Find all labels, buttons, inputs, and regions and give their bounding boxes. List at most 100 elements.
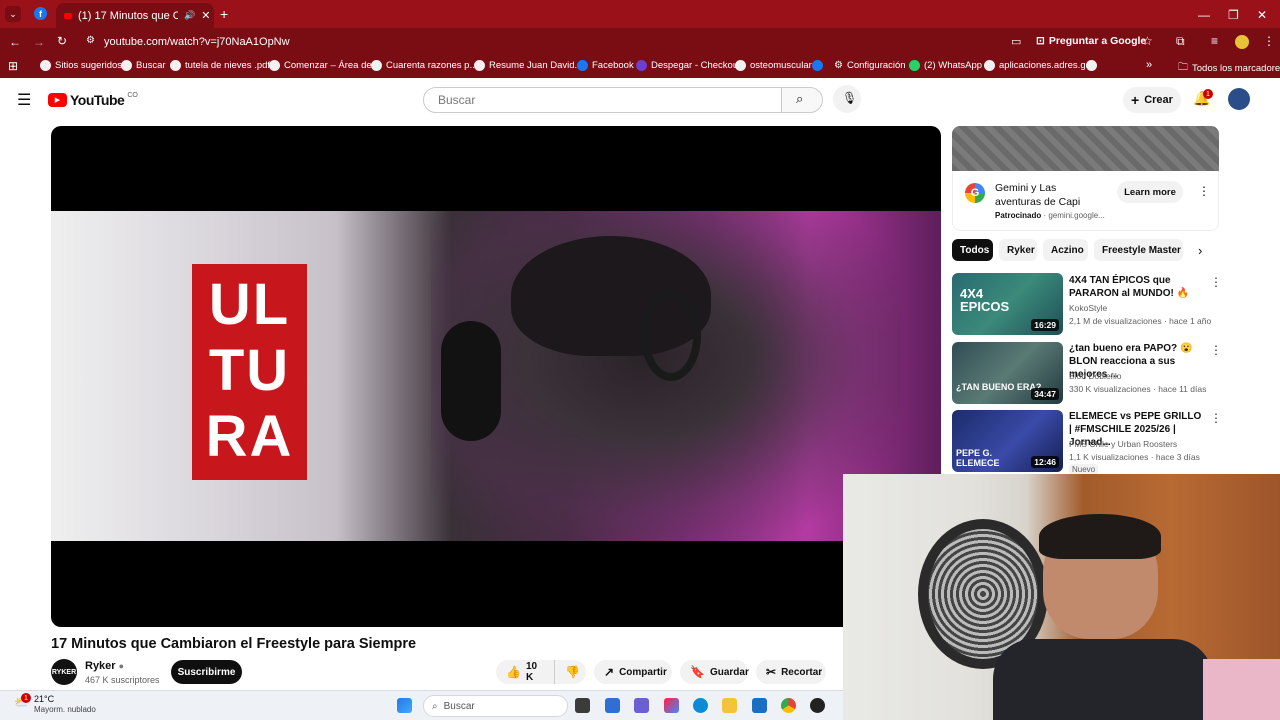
bookmark-item[interactable]: ⚙ Configuración bbox=[834, 60, 906, 71]
bookmark-item[interactable]: osteomuscular bbox=[735, 60, 812, 71]
audio-icon[interactable]: 🔊 bbox=[184, 10, 195, 21]
facebook-icon bbox=[577, 60, 588, 71]
share-label: Compartir bbox=[619, 666, 667, 678]
browser-tab-bar: ⌄ f (1) 17 Minutos que Cambiar 🔊 ✕ + — ❐… bbox=[0, 0, 1280, 28]
youtube-favicon-icon bbox=[64, 12, 72, 19]
country-code: CO bbox=[127, 91, 138, 99]
facebook-tab-icon[interactable]: f bbox=[34, 7, 47, 20]
search-button[interactable]: ⌕ bbox=[781, 87, 823, 113]
apps-grid-icon[interactable]: ⊞ bbox=[8, 59, 18, 73]
app-icon[interactable] bbox=[810, 698, 825, 713]
youtube-logo[interactable]: ▶ YouTube CO bbox=[48, 92, 138, 108]
chip-freestyle-master[interactable]: Freestyle Master Su bbox=[1094, 239, 1183, 261]
bookmark-item[interactable] bbox=[812, 60, 823, 71]
profile-avatar[interactable] bbox=[1235, 35, 1249, 49]
outlook-icon[interactable] bbox=[752, 698, 767, 713]
microphone-icon: 🎙 bbox=[842, 91, 858, 105]
tab-search-icon[interactable]: ⌄ bbox=[5, 6, 21, 22]
more-bookmarks-icon[interactable]: » bbox=[1146, 59, 1152, 71]
verified-icon: ● bbox=[118, 661, 125, 671]
bookmark-item[interactable]: Cuarenta razones p... bbox=[371, 60, 477, 71]
tab-title: (1) 17 Minutos que Cambiar bbox=[78, 9, 178, 22]
restore-icon[interactable]: ❐ bbox=[1228, 6, 1239, 24]
user-avatar[interactable] bbox=[1228, 88, 1250, 110]
learn-more-button[interactable]: Learn more bbox=[1117, 181, 1183, 203]
channel-name[interactable]: Ryker ● bbox=[85, 660, 124, 672]
all-bookmarks-folder[interactable]: 🗀 Todos los marcadores bbox=[1178, 60, 1280, 77]
address-bar[interactable]: youtube.com/watch?v=j70NaA1OpNw bbox=[104, 36, 290, 48]
ad-menu-icon[interactable]: ⋮ bbox=[1198, 184, 1210, 198]
like-button[interactable]: 👍 10 K bbox=[496, 660, 554, 684]
bookmark-star-icon[interactable]: ☆ bbox=[1142, 34, 1153, 48]
ad-sponsor-line: Patrocinado · gemini.google... bbox=[995, 211, 1105, 220]
rec-menu-icon[interactable]: ⋮ bbox=[1210, 343, 1222, 357]
hamburger-menu-icon[interactable]: ☰ bbox=[17, 90, 31, 110]
rec-title[interactable]: 4X4 TAN ÉPICOS que PARARON al MUNDO! 🔥 bbox=[1069, 274, 1205, 300]
clip-button[interactable]: ✂ Recortar bbox=[756, 660, 826, 684]
cast-icon[interactable]: ▭ bbox=[1011, 35, 1021, 48]
youtube-header: ☰ ▶ YouTube CO Buscar ⌕ 🎙 + Crear 🔔 1 bbox=[0, 80, 1280, 120]
bookmark-item[interactable]: tutela de nieves .pdf bbox=[170, 60, 270, 71]
microphone-shape bbox=[441, 321, 501, 441]
chip-todos[interactable]: Todos bbox=[952, 239, 993, 261]
bookmark-item[interactable]: Resume Juan David... bbox=[474, 60, 582, 71]
chip-ryker[interactable]: Ryker bbox=[999, 239, 1037, 261]
task-view-icon[interactable] bbox=[575, 698, 590, 713]
chip-aczino[interactable]: Aczino bbox=[1043, 239, 1088, 261]
teams-icon[interactable] bbox=[634, 698, 649, 713]
minimize-icon[interactable]: — bbox=[1198, 6, 1210, 24]
bookmark-item[interactable]: Sitios sugeridos bbox=[40, 60, 122, 71]
shirt-shape bbox=[993, 639, 1213, 720]
rec-menu-icon[interactable]: ⋮ bbox=[1210, 411, 1222, 425]
taskbar-search[interactable]: ⌕ Buscar bbox=[423, 695, 568, 717]
save-button[interactable]: 🔖 Guardar bbox=[680, 660, 749, 684]
rec-channel[interactable]: KokoStyle bbox=[1069, 303, 1107, 313]
rec-channel[interactable]: FMS Chile y Urban Roosters bbox=[1069, 439, 1177, 449]
sponsored-label: Patrocinado bbox=[995, 211, 1042, 220]
store-icon[interactable] bbox=[605, 698, 620, 713]
create-button[interactable]: + Crear bbox=[1123, 87, 1181, 113]
voice-search-button[interactable]: 🎙 bbox=[833, 85, 861, 113]
extensions-icon[interactable]: ⧉ bbox=[1176, 34, 1185, 49]
windows-start-icon[interactable] bbox=[397, 698, 412, 713]
tab-active[interactable]: (1) 17 Minutos que Cambiar 🔊 ✕ bbox=[56, 3, 214, 28]
bookmark-item[interactable]: Buscar bbox=[121, 60, 166, 71]
rec-thumbnail[interactable]: PEPE G. ELEMECE 12:46 bbox=[952, 410, 1063, 472]
bookmark-item[interactable]: Despegar - Checkout bbox=[636, 60, 741, 71]
rec-thumbnail[interactable]: ¿TAN BUENO ERA? 34:47 bbox=[952, 342, 1063, 404]
rec-thumbnail[interactable]: 4X4 EPICOS 16:29 bbox=[952, 273, 1063, 335]
share-button[interactable]: ↗ Compartir bbox=[594, 660, 672, 684]
bookmark-item[interactable] bbox=[1086, 60, 1097, 71]
channel-avatar[interactable]: RYKER bbox=[51, 659, 77, 685]
file-explorer-icon[interactable] bbox=[722, 698, 737, 713]
search-input[interactable]: Buscar bbox=[423, 87, 782, 113]
chevron-right-icon[interactable]: › bbox=[1198, 243, 1202, 258]
bookmark-item[interactable]: aplicaciones.adres.g... bbox=[984, 60, 1094, 71]
bookmark-item[interactable]: (2) WhatsApp bbox=[909, 60, 982, 71]
new-tab-icon[interactable]: + bbox=[220, 6, 228, 22]
despegar-icon bbox=[636, 60, 647, 71]
forward-icon[interactable]: → bbox=[33, 35, 45, 49]
rec-channel[interactable]: Blon Doblefilo bbox=[1069, 371, 1121, 381]
close-window-icon[interactable]: ✕ bbox=[1257, 6, 1267, 24]
edge-icon[interactable] bbox=[693, 698, 708, 713]
rec-meta: 1,1 K visualizaciones · hace 3 días bbox=[1069, 452, 1200, 462]
bookmark-item[interactable]: Facebook bbox=[577, 60, 634, 71]
site-info-icon[interactable]: ⚙ bbox=[86, 35, 95, 46]
chrome-icon[interactable] bbox=[781, 698, 796, 713]
rec-menu-icon[interactable]: ⋮ bbox=[1210, 275, 1222, 289]
copilot-icon[interactable] bbox=[664, 698, 679, 713]
ask-google-button[interactable]: ⊡ Preguntar a Google bbox=[1036, 35, 1146, 47]
tab-close-icon[interactable]: ✕ bbox=[201, 9, 210, 22]
back-icon[interactable]: ← bbox=[9, 35, 21, 49]
subscribe-button[interactable]: Suscribirme bbox=[171, 660, 242, 684]
bookmark-item[interactable]: Comenzar – Área de... bbox=[269, 60, 380, 71]
bookmark-label: aplicaciones.adres.g... bbox=[999, 60, 1094, 71]
ad-banner-image[interactable] bbox=[952, 126, 1219, 171]
browser-menu-icon[interactable]: ⋮ bbox=[1263, 34, 1275, 48]
reload-icon[interactable]: ↻ bbox=[57, 34, 67, 48]
ad-card[interactable]: G Gemini y Las aventuras de Capi Patroci… bbox=[952, 171, 1219, 231]
reading-list-icon[interactable]: ≡ bbox=[1211, 34, 1218, 48]
video-player[interactable]: UL TU RA bbox=[51, 126, 941, 627]
dislike-button[interactable]: 👎 bbox=[554, 660, 586, 684]
